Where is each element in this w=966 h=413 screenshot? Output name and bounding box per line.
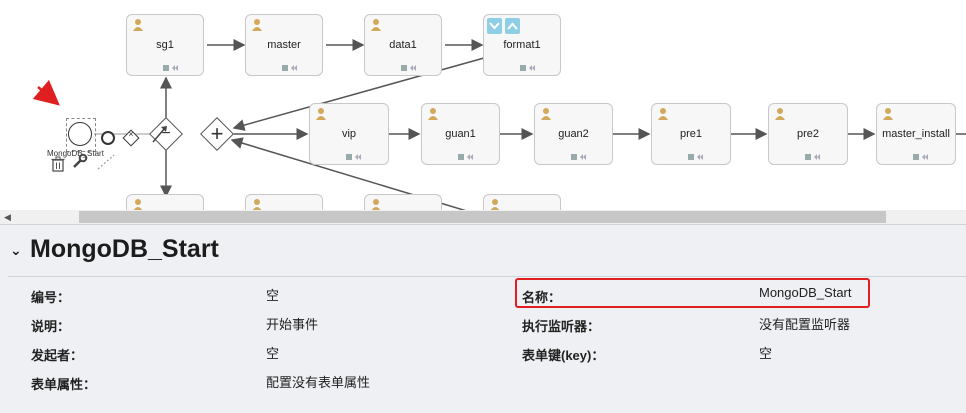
field-value-form-key: 空	[759, 346, 773, 361]
field-value-listener: 没有配置监听器	[759, 317, 851, 332]
user-task-icon	[133, 199, 143, 210]
task-label: data1	[389, 39, 417, 51]
field-label-form-key: 表单键(key)：	[522, 348, 605, 363]
user-task-icon	[252, 19, 262, 31]
panel-title-row[interactable]: ⌄ MongoDB_Start	[10, 235, 219, 264]
task-node[interactable]	[245, 194, 323, 210]
user-task-icon	[428, 108, 438, 120]
task-marker-icon	[571, 154, 586, 160]
scroll-left-icon[interactable]: ◀	[4, 212, 11, 223]
task-node[interactable]	[126, 194, 204, 210]
task-node[interactable]	[483, 194, 561, 210]
connector-icon[interactable]	[96, 153, 116, 171]
task-node[interactable]: vip	[309, 103, 389, 165]
wrench-icon[interactable]	[72, 153, 88, 169]
properties-panel: ⌄ MongoDB_Start 编号： 空 说明： 开始事件 发起者： 空 表单属…	[0, 224, 966, 413]
task-marker-icon	[163, 65, 178, 71]
end-event-shortcut-icon[interactable]	[101, 131, 115, 145]
plus-icon: +	[210, 121, 224, 146]
highlight-box	[515, 278, 870, 308]
task-label: master	[267, 39, 301, 51]
task-marker-icon	[282, 65, 297, 71]
task-node[interactable]: sg1	[126, 14, 204, 76]
task-marker-icon	[401, 65, 416, 71]
task-marker-icon	[913, 154, 928, 160]
user-task-icon	[658, 108, 668, 120]
task-node[interactable]: pre2	[768, 103, 848, 165]
task-node[interactable]: master	[245, 14, 323, 76]
field-value-id: 空	[266, 288, 280, 303]
field-value-initiator: 空	[266, 346, 280, 361]
task-node[interactable]: format1	[483, 14, 561, 76]
trash-icon[interactable]	[50, 156, 66, 172]
bpmn-canvas[interactable]: sg1 master data1 format1 vip guan1 guan2	[0, 0, 966, 210]
field-label-description: 说明：	[31, 319, 71, 334]
task-node[interactable]: guan2	[534, 103, 613, 165]
collapse-expand-icon[interactable]	[487, 18, 521, 34]
task-label: guan1	[445, 128, 476, 140]
user-task-icon	[371, 19, 381, 31]
task-node[interactable]	[364, 194, 442, 210]
task-node[interactable]: data1	[364, 14, 442, 76]
divider	[8, 276, 966, 277]
user-task-icon	[252, 199, 262, 210]
chevron-down-icon[interactable]: ⌄	[10, 242, 24, 259]
field-value-form-properties: 配置没有表单属性	[266, 375, 371, 390]
pointer-arrow-icon	[152, 126, 167, 143]
task-label: sg1	[156, 39, 174, 51]
field-value-description: 开始事件	[266, 317, 319, 332]
horizontal-scrollbar[interactable]: ◀	[0, 210, 966, 224]
task-marker-icon	[458, 154, 473, 160]
user-task-icon	[133, 19, 143, 31]
task-node[interactable]: master_install	[876, 103, 956, 165]
task-node[interactable]: guan1	[421, 103, 500, 165]
field-label-id: 编号：	[31, 290, 71, 305]
scrollbar-thumb[interactable]	[79, 211, 886, 223]
close-icon: ×	[128, 129, 134, 139]
task-label: pre2	[796, 128, 820, 140]
user-task-icon	[541, 108, 551, 120]
user-task-icon	[775, 108, 785, 120]
task-label: guan2	[558, 128, 589, 140]
task-marker-icon	[520, 65, 535, 71]
task-label: vip	[341, 128, 357, 140]
start-event[interactable]	[68, 122, 92, 146]
field-label-initiator: 发起者：	[31, 348, 84, 363]
user-task-icon	[883, 108, 893, 120]
user-task-icon	[316, 108, 326, 120]
user-task-icon	[490, 199, 500, 210]
task-label: master_install	[882, 128, 950, 140]
task-marker-icon	[688, 154, 703, 160]
task-node[interactable]: pre1	[651, 103, 731, 165]
task-marker-icon	[805, 154, 820, 160]
task-label: format1	[503, 39, 541, 51]
field-label-form-properties: 表单属性：	[31, 377, 97, 392]
task-label: pre1	[679, 128, 703, 140]
user-task-icon	[371, 199, 381, 210]
task-marker-icon	[346, 154, 361, 160]
field-label-listener: 执行监听器：	[522, 319, 601, 334]
panel-title: MongoDB_Start	[30, 235, 219, 263]
